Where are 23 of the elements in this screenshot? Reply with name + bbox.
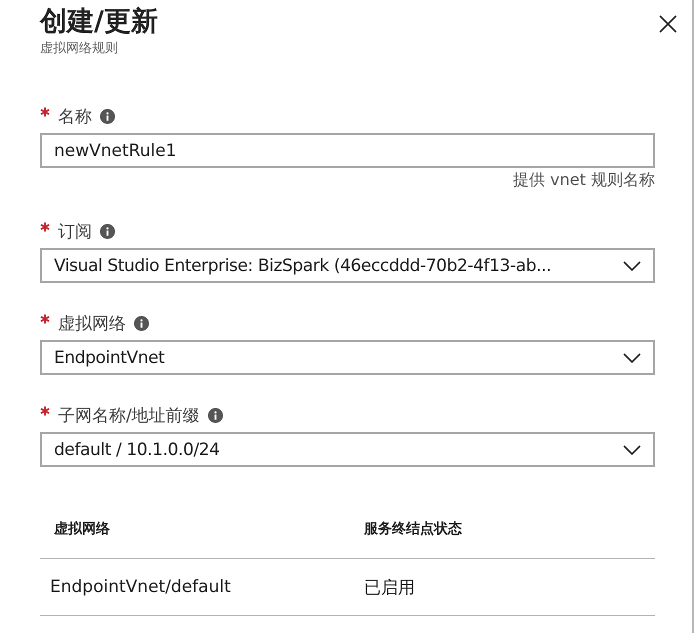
dropdown[interactable]: default / 10.1.0.0/24 [40, 432, 655, 467]
info-icon [134, 316, 149, 330]
column-header: 虚拟网络 [53, 520, 111, 538]
field-hint: 提供 vnet 规则名称 [512, 170, 655, 191]
table-cell-text: 已启用 [363, 576, 416, 598]
column-header: 服务终结点状态 [362, 520, 463, 538]
close-button[interactable] [658, 14, 678, 34]
info-icon [100, 108, 115, 124]
field-label: 名称 [58, 106, 92, 128]
text-field[interactable]: newVnetRule1 [40, 133, 655, 168]
panel-title: 创建/更新 [40, 5, 158, 39]
info-icon [100, 224, 115, 238]
field-label: 子网名称/地址前缀 [58, 404, 200, 426]
field-label: 订阅 [58, 220, 92, 242]
chevron-down-icon [623, 444, 641, 454]
chevron-down-icon [623, 260, 641, 270]
table-cell-text: EndpointVnet/default [49, 577, 232, 597]
dropdown[interactable]: Visual Studio Enterprise: BizSpark (46eccddd-70b2-4f13-ab... [40, 248, 655, 283]
field-label: 虚拟网络 [58, 312, 126, 334]
panel-subtitle: 虚拟网络规则 [40, 40, 119, 58]
dropdown[interactable]: EndpointVnet [40, 340, 655, 375]
chevron-down-icon [623, 352, 641, 362]
info-icon [208, 408, 223, 422]
